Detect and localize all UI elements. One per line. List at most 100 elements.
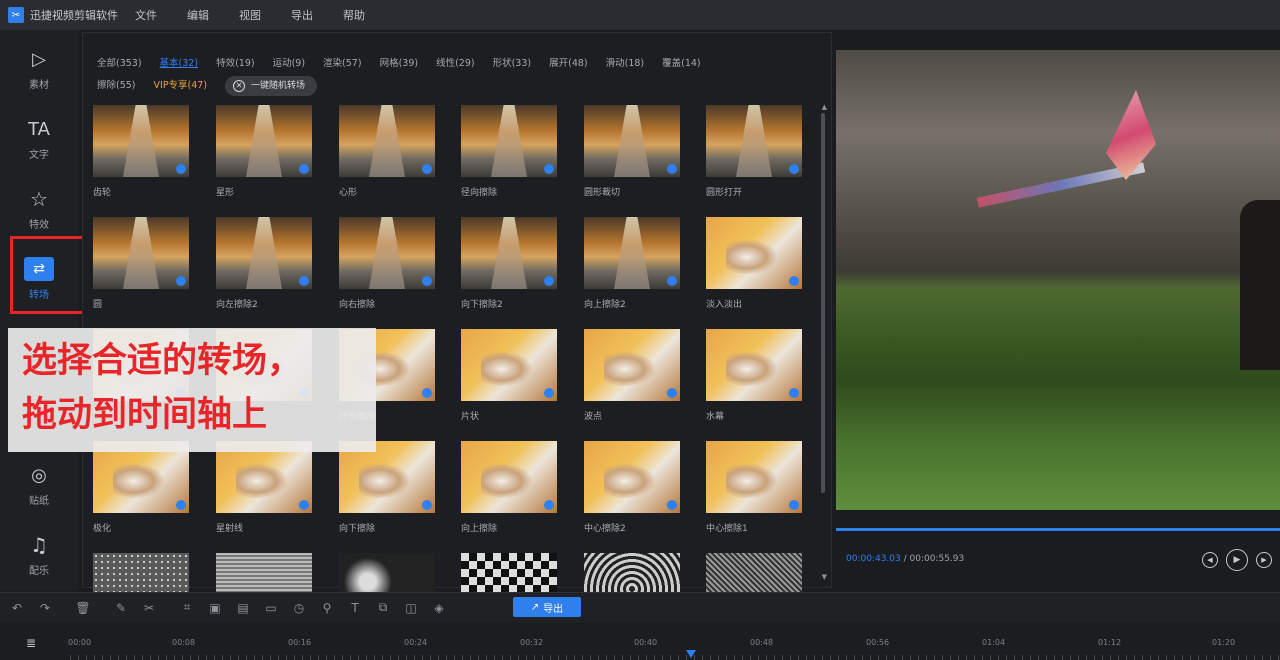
cut-icon[interactable]: ✂ — [138, 597, 160, 619]
category-tab[interactable]: 特效(19) — [216, 53, 255, 75]
transition-thumbnail — [339, 217, 435, 289]
undo-icon[interactable]: ↶ — [6, 597, 28, 619]
prev-frame-icon[interactable]: ◀ — [1202, 552, 1218, 568]
transition-tile[interactable]: 圆 — [93, 217, 189, 310]
download-badge-icon — [422, 500, 432, 510]
playback-progress[interactable] — [836, 528, 1280, 531]
transition-tile[interactable]: 齿轮 — [93, 105, 189, 198]
transition-tile[interactable]: 向下擦除2 — [461, 217, 557, 310]
edit-icon[interactable]: ✎ — [110, 597, 132, 619]
transition-thumbnail — [584, 441, 680, 513]
transition-tile[interactable]: 片状 — [461, 329, 557, 422]
menu-file[interactable]: 文件 — [135, 7, 157, 23]
transition-tile[interactable]: 圆形裁切 — [584, 105, 680, 198]
scroll-up-icon[interactable]: ▲ — [822, 103, 827, 111]
text-add-icon[interactable]: T — [344, 597, 366, 619]
delete-icon[interactable]: 🗑 — [72, 597, 94, 619]
music-icon: ♫ — [30, 533, 48, 557]
transition-tile[interactable]: 极化 — [93, 441, 189, 534]
category-tab[interactable]: 形状(33) — [493, 53, 532, 75]
category-tab[interactable]: 覆盖(14) — [662, 53, 701, 75]
transition-tile[interactable]: 径向擦除 — [461, 105, 557, 198]
download-badge-icon — [544, 388, 554, 398]
category-tab[interactable]: 展开(48) — [549, 53, 588, 75]
sidebar-item-text[interactable]: TA 文字 — [0, 108, 78, 170]
scrollbar[interactable] — [821, 113, 825, 493]
menu-edit[interactable]: 编辑 — [187, 7, 209, 23]
timeline-tick-label: 01:04 — [982, 638, 1006, 647]
transition-tile[interactable]: 淡入淡出 — [706, 217, 802, 310]
snapshot-icon[interactable]: ◫ — [400, 597, 422, 619]
play-icon[interactable]: ▶ — [1226, 549, 1248, 571]
mosaic-icon[interactable]: ▣ — [204, 597, 226, 619]
transition-tile[interactable]: 心形 — [339, 105, 435, 198]
video-preview[interactable] — [836, 50, 1280, 510]
split-icon[interactable]: ▭ — [260, 597, 282, 619]
menu-view[interactable]: 视图 — [239, 7, 261, 23]
category-tab[interactable]: 运动(9) — [273, 53, 305, 75]
transition-tile[interactable]: 圆形打开 — [706, 105, 802, 198]
transition-name: 中心擦除1 — [706, 524, 748, 534]
transition-tile[interactable]: 向右擦除 — [339, 217, 435, 310]
category-tab[interactable]: 擦除(55) — [97, 75, 136, 97]
crop-icon[interactable]: ⌗ — [176, 597, 198, 619]
export-button[interactable]: ↗ 导出 — [513, 597, 581, 617]
download-badge-icon — [422, 164, 432, 174]
transition-tile[interactable]: 波点 — [584, 329, 680, 422]
category-tab[interactable]: 滑动(18) — [606, 53, 645, 75]
export-label: 导出 — [543, 603, 564, 615]
transition-tile[interactable]: 向上擦除 — [461, 441, 557, 534]
transition-tile[interactable]: 向下擦除 — [339, 441, 435, 534]
play-folder-icon: ▷ — [32, 48, 46, 70]
transition-tile[interactable]: 向左擦除2 — [216, 217, 312, 310]
record-icon[interactable]: ⚲ — [316, 597, 338, 619]
category-tab[interactable]: 渲染(57) — [323, 53, 362, 75]
transition-thumbnail — [216, 217, 312, 289]
redo-icon[interactable]: ↷ — [34, 597, 56, 619]
transition-name: 星形 — [216, 188, 235, 198]
category-tab[interactable]: 基本(32) — [160, 53, 199, 75]
next-frame-icon[interactable]: ▶ — [1256, 552, 1272, 568]
menu-help[interactable]: 帮助 — [343, 7, 365, 23]
transition-thumbnail — [339, 105, 435, 177]
download-badge-icon — [544, 164, 554, 174]
transition-thumbnail — [706, 329, 802, 401]
transition-tile[interactable]: 水幕 — [706, 329, 802, 422]
timeline-tick-label: 00:08 — [172, 638, 196, 647]
transition-tile[interactable]: 星形 — [216, 105, 312, 198]
transition-name: 片状 — [461, 412, 480, 422]
instruction-text: 选择合适的转场， 拖动到时间轴上 — [22, 334, 302, 442]
transition-tile[interactable]: 向上擦除2 — [584, 217, 680, 310]
random-transition-button[interactable]: ✕ 一键随机转场 — [225, 75, 318, 96]
timeline-menu-icon[interactable]: ≣ — [26, 636, 36, 650]
category-tab[interactable]: 全部(353) — [97, 53, 142, 75]
category-tab[interactable]: 网格(39) — [380, 53, 419, 75]
transition-thumbnail — [461, 217, 557, 289]
color-icon[interactable]: ◈ — [428, 597, 450, 619]
transition-thumbnail — [93, 217, 189, 289]
transition-tile[interactable]: 中心擦除1 — [706, 441, 802, 534]
copy-icon[interactable]: ⧉ — [372, 597, 394, 619]
download-badge-icon — [667, 388, 677, 398]
freeze-icon[interactable]: ▤ — [232, 597, 254, 619]
playhead[interactable] — [686, 650, 696, 658]
playback-controls: ◀ ▶ ▶ — [1194, 549, 1272, 571]
transition-tile[interactable]: 星射线 — [216, 441, 312, 534]
kite-image — [1106, 90, 1156, 180]
category-tab[interactable]: VIP专享(47) — [154, 75, 208, 97]
transition-name: 水幕 — [706, 412, 725, 422]
menu-export[interactable]: 导出 — [291, 7, 313, 23]
sparkle-icon: ☆ — [30, 187, 48, 211]
sidebar-item-music[interactable]: ♫ 配乐 — [0, 524, 78, 586]
transition-name: 向右擦除 — [339, 300, 376, 310]
sidebar-item-label: 贴纸 — [29, 496, 49, 507]
sidebar-item-media[interactable]: ▷ 素材 — [0, 38, 78, 100]
speed-icon[interactable]: ◷ — [288, 597, 310, 619]
category-tab[interactable]: 线性(29) — [436, 53, 475, 75]
sidebar-item-stickers[interactable]: ◎ 贴纸 — [0, 454, 78, 516]
sidebar-item-effects[interactable]: ☆ 特效 — [0, 178, 78, 240]
scroll-down-icon[interactable]: ▼ — [822, 573, 827, 581]
transition-tile[interactable]: 中心擦除2 — [584, 441, 680, 534]
timeline[interactable]: ≣ 00:00 00:08 00:16 00:24 00:32 00:40 00:48 00:… — [0, 622, 1280, 660]
download-badge-icon — [176, 276, 186, 286]
